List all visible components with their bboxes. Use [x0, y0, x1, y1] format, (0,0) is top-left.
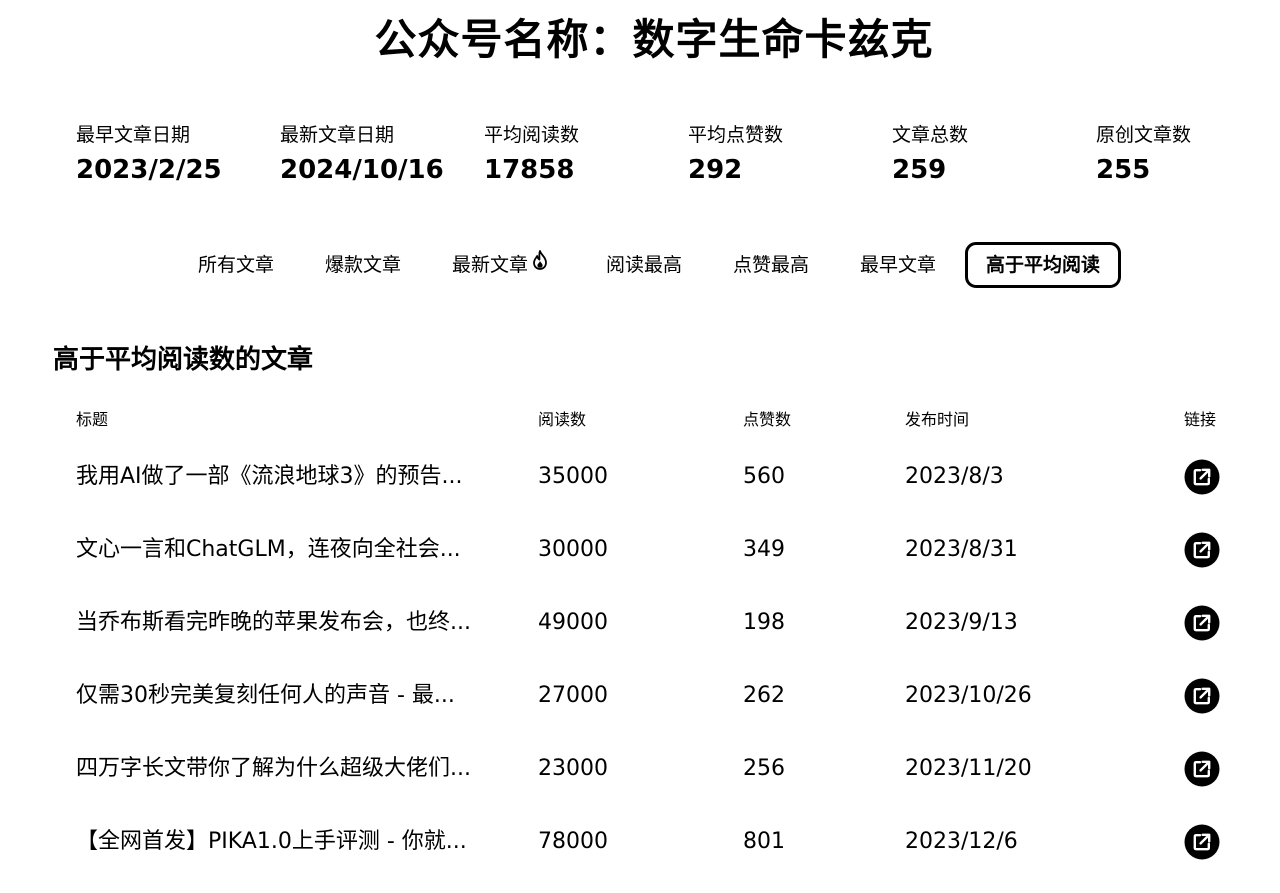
stat-label: 最早文章日期: [76, 124, 191, 146]
external-link-icon: [1184, 678, 1220, 713]
stat-latest-date: 最新文章日期 2024/10/16: [280, 122, 444, 188]
article-reads: 23000: [538, 756, 608, 781]
stat-value: 2023/2/25: [76, 155, 222, 185]
article-link-button[interactable]: [1184, 440, 1220, 513]
tab-most-read[interactable]: 阅读最高: [606, 242, 682, 288]
table-row: 当乔布斯看完昨晚的苹果发布会，也终... 49000 198 2023/9/13: [0, 586, 1280, 659]
article-reads: 49000: [538, 610, 608, 635]
article-reads: 35000: [538, 464, 608, 489]
article-title: 当乔布斯看完昨晚的苹果发布会，也终...: [76, 610, 471, 635]
article-title: 我用AI做了一部《流浪地球3》的预告...: [76, 464, 463, 489]
tab-all-articles[interactable]: 所有文章: [198, 242, 274, 288]
article-likes: 198: [743, 610, 785, 635]
table-row: 我用AI做了一部《流浪地球3》的预告... 35000 560 2023/8/3: [0, 440, 1280, 513]
tab-above-average-reads[interactable]: 高于平均阅读: [965, 242, 1122, 288]
article-reads: 78000: [538, 829, 608, 854]
table-row: 【全网首发】PIKA1.0上手评测 - 你就... 78000 801 2023…: [0, 805, 1280, 878]
stat-value: 2024/10/16: [280, 155, 444, 185]
article-link-button[interactable]: [1184, 586, 1220, 659]
article-likes: 801: [743, 829, 785, 854]
stat-average-reads: 平均阅读数 17858: [484, 122, 579, 188]
stat-value: 292: [688, 155, 743, 185]
column-header-date: 发布时间: [905, 410, 970, 429]
table-row: 四万字长文带你了解为什么超级大佬们... 23000 256 2023/11/2…: [0, 732, 1280, 805]
article-link-button[interactable]: [1184, 805, 1220, 878]
tab-latest-articles[interactable]: 最新文章: [452, 242, 548, 288]
article-reads: 27000: [538, 683, 608, 708]
stat-value: 17858: [484, 155, 575, 185]
article-link-button[interactable]: [1184, 732, 1220, 805]
tab-earliest-articles[interactable]: 最早文章: [860, 242, 936, 288]
column-header-likes: 点赞数: [743, 410, 792, 429]
external-link-icon: [1184, 532, 1220, 567]
page-title: 公众号名称：数字生命卡兹克: [374, 15, 934, 64]
column-header-link: 链接: [1184, 410, 1217, 429]
article-link-button[interactable]: [1184, 513, 1220, 586]
article-link-button[interactable]: [1184, 659, 1220, 732]
article-title: 四万字长文带你了解为什么超级大佬们...: [76, 756, 471, 781]
article-date: 2023/10/26: [905, 683, 1032, 708]
article-date: 2023/11/20: [905, 756, 1032, 781]
article-reads: 30000: [538, 537, 608, 562]
table-row: 文心一言和ChatGLM，连夜向全社会... 30000 349 2023/8/…: [0, 513, 1280, 586]
articles-table: 标题 阅读数 点赞数 发布时间 链接 我用AI做了一部《流浪地球3》的预告...…: [0, 400, 1280, 878]
external-link-icon: [1184, 751, 1220, 786]
stat-label: 最新文章日期: [280, 124, 395, 146]
article-title: 【全网首发】PIKA1.0上手评测 - 你就...: [76, 829, 467, 854]
tab-most-liked[interactable]: 点赞最高: [733, 242, 809, 288]
stat-label: 文章总数: [892, 124, 969, 146]
article-date: 2023/8/31: [905, 537, 1018, 562]
flame-icon: [532, 241, 548, 287]
stat-earliest-date: 最早文章日期 2023/2/25: [76, 122, 222, 188]
stat-value: 259: [892, 155, 947, 185]
article-title: 文心一言和ChatGLM，连夜向全社会...: [76, 537, 461, 562]
tab-label: 最新文章: [452, 254, 529, 276]
article-date: 2023/8/3: [905, 464, 1004, 489]
article-likes: 560: [743, 464, 785, 489]
column-header-title: 标题: [76, 410, 109, 429]
external-link-icon: [1184, 824, 1220, 859]
stat-original-articles: 原创文章数 255: [1096, 122, 1191, 188]
stat-average-likes: 平均点赞数 292: [688, 122, 783, 188]
stat-total-articles: 文章总数 259: [892, 122, 968, 188]
article-date: 2023/9/13: [905, 610, 1018, 635]
article-title: 仅需30秒完美复刻任何人的声音 - 最...: [76, 683, 455, 708]
table-header: 标题 阅读数 点赞数 发布时间 链接: [0, 400, 1280, 440]
article-likes: 256: [743, 756, 785, 781]
tab-viral-articles[interactable]: 爆款文章: [325, 242, 401, 288]
external-link-icon: [1184, 459, 1220, 494]
stat-value: 255: [1096, 155, 1151, 185]
table-row: 仅需30秒完美复刻任何人的声音 - 最... 27000 262 2023/10…: [0, 659, 1280, 732]
stat-label: 平均点赞数: [688, 124, 784, 146]
article-likes: 349: [743, 537, 785, 562]
article-date: 2023/12/6: [905, 829, 1018, 854]
external-link-icon: [1184, 605, 1220, 640]
column-header-reads: 阅读数: [538, 410, 587, 429]
tab-bar: 所有文章 爆款文章 最新文章 阅读最高 点赞最高 最早文章 高于平均阅读: [0, 242, 1280, 288]
stats-bar: 最早文章日期 2023/2/25 最新文章日期 2024/10/16 平均阅读数…: [76, 122, 1256, 192]
section-title: 高于平均阅读数的文章: [53, 345, 314, 375]
stat-label: 平均阅读数: [484, 124, 580, 146]
article-likes: 262: [743, 683, 785, 708]
stat-label: 原创文章数: [1096, 124, 1192, 146]
